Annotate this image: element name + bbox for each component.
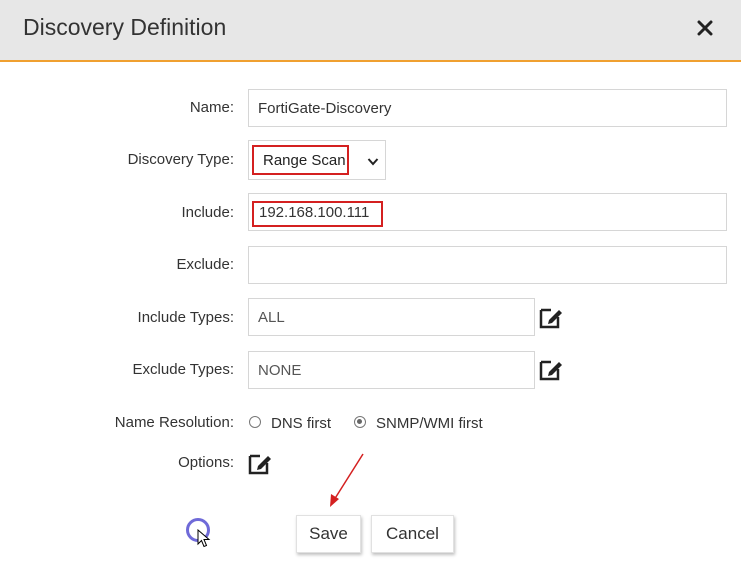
include-input[interactable]: 192.168.100.111 xyxy=(248,193,727,231)
discovery-type-value: Range Scan xyxy=(263,152,346,169)
exclude-input[interactable] xyxy=(248,246,727,284)
radio-snmp-wmi-first-label[interactable]: SNMP/WMI first xyxy=(376,415,483,432)
radio-dns-first-label[interactable]: DNS first xyxy=(271,415,331,432)
include-types-label: Include Types: xyxy=(137,309,234,326)
edit-options-icon[interactable] xyxy=(247,450,273,476)
name-label: Name: xyxy=(189,99,234,116)
cancel-button[interactable]: Cancel xyxy=(371,515,454,553)
close-icon[interactable] xyxy=(693,16,717,40)
name-input[interactable]: FortiGate-Discovery xyxy=(248,89,727,127)
annotation-arrow-icon xyxy=(330,453,364,507)
name-input-value: FortiGate-Discovery xyxy=(258,99,392,117)
exclude-types-value: NONE xyxy=(258,361,302,379)
options-label: Options: xyxy=(178,454,234,471)
exclude-types-label: Exclude Types: xyxy=(132,361,234,378)
include-label: Include: xyxy=(181,204,234,221)
exclude-types-input[interactable]: NONE xyxy=(248,351,535,389)
radio-snmp-wmi-first[interactable] xyxy=(354,416,366,428)
chevron-down-icon xyxy=(367,154,379,172)
edit-exclude-types-icon[interactable] xyxy=(538,356,564,382)
include-types-input[interactable]: ALL xyxy=(248,298,535,336)
name-resolution-label: Name Resolution: xyxy=(114,414,234,431)
mouse-cursor-icon xyxy=(197,529,211,548)
include-types-value: ALL xyxy=(258,308,285,326)
edit-include-types-icon[interactable] xyxy=(538,304,564,330)
dialog-title-bar: Discovery Definition xyxy=(0,0,741,62)
dialog-title: Discovery Definition xyxy=(23,14,227,40)
discovery-type-select[interactable]: Range Scan xyxy=(248,140,386,180)
include-input-value: 192.168.100.111 xyxy=(259,203,370,221)
radio-dns-first[interactable] xyxy=(249,416,261,428)
discovery-type-label: Discovery Type: xyxy=(127,151,234,168)
save-button[interactable]: Save xyxy=(296,515,361,553)
exclude-label: Exclude: xyxy=(176,256,234,273)
